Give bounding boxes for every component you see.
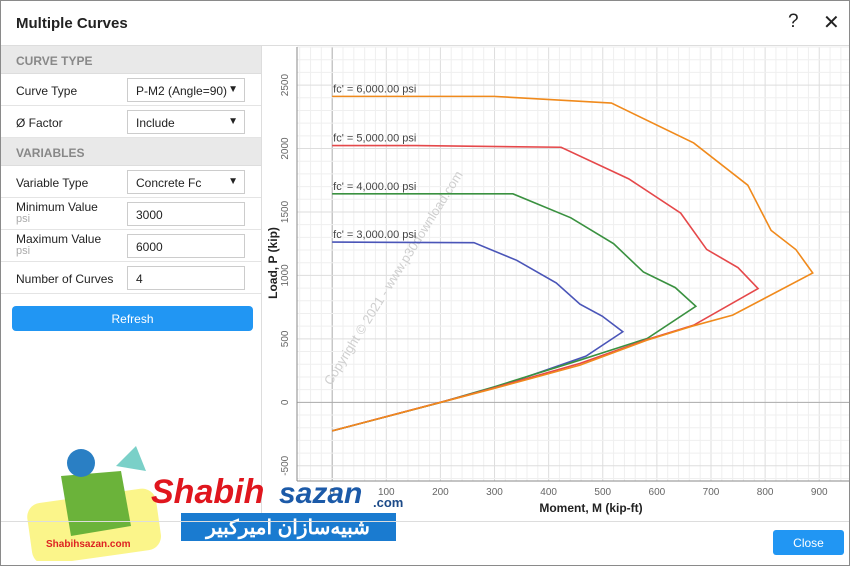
close-button[interactable]: Close [773, 530, 844, 555]
x-tick-label: 400 [540, 487, 557, 498]
y-tick-label: 1000 [280, 264, 291, 287]
x-axis-label: Moment, M (kip-ft) [539, 501, 642, 515]
y-tick-label: 0 [280, 399, 291, 405]
svg-text:.com: .com [373, 495, 403, 510]
y-tick-label: 2000 [280, 137, 291, 160]
dialog-footer: Close [1, 521, 849, 566]
y-tick-label: 2500 [280, 74, 291, 97]
x-tick-label: 600 [649, 487, 666, 498]
series-label: fc' = 3,000.00 psi [333, 229, 416, 241]
x-tick-label: 500 [594, 487, 611, 498]
svg-text:Shabih: Shabih [151, 473, 264, 511]
y-tick-label: 500 [280, 330, 291, 347]
svg-text:sazan: sazan [279, 477, 362, 510]
x-tick-label: 700 [703, 487, 720, 498]
y-axis-label: Load, P (kip) [266, 227, 280, 299]
y-tick-label: 1500 [280, 200, 291, 223]
series-label: fc' = 5,000.00 psi [333, 133, 416, 145]
plot-background [263, 47, 849, 481]
chart-grid [263, 46, 849, 482]
series-label: fc' = 6,000.00 psi [333, 83, 416, 95]
x-tick-label: 200 [432, 487, 449, 498]
multiple-curves-dialog: Multiple Curves ? ✕ CURVE TYPE Curve Typ… [0, 0, 850, 566]
series-label: fc' = 4,000.00 psi [333, 181, 416, 193]
x-tick-label: 900 [811, 487, 828, 498]
x-tick-label: 800 [757, 487, 774, 498]
x-tick-label: 300 [486, 487, 503, 498]
